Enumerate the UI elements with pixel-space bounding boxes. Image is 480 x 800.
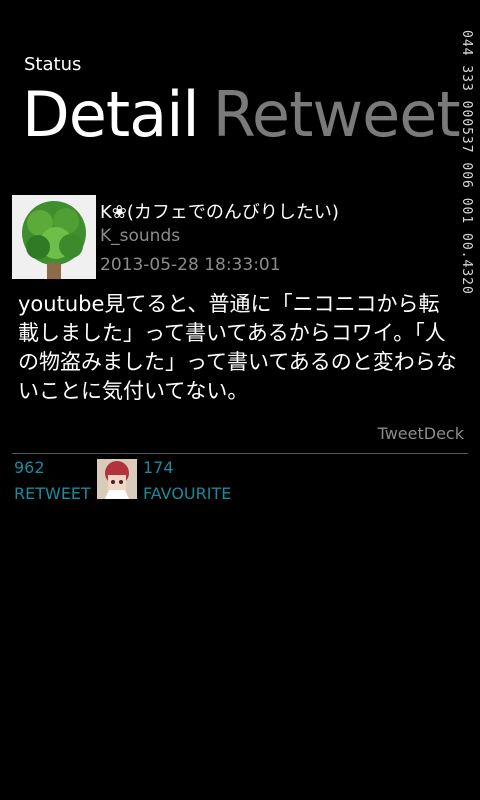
tweet-body: youtube見てると、普通に「ニコニコから転載しました」って書いてあるからコワ… — [18, 292, 457, 403]
divider — [12, 453, 468, 454]
user-name[interactable]: K❀(カフェでのんびりしたい) — [100, 198, 339, 224]
tweet-source: TweetDeck — [377, 424, 464, 443]
timestamp: 2013-05-28 18:33:01 — [100, 255, 281, 275]
app-title: Status — [24, 54, 82, 75]
avatar[interactable] — [12, 195, 96, 279]
favourite-user-avatar[interactable] — [97, 459, 137, 499]
retweet-label[interactable]: RETWEET — [14, 484, 91, 503]
favourite-count[interactable]: 174 — [143, 458, 174, 477]
succulent-avatar-icon — [12, 195, 96, 279]
anime-avatar-icon — [97, 459, 137, 499]
pivot-header: Detail Retweet — [22, 84, 461, 146]
retweet-count[interactable]: 962 — [14, 458, 45, 477]
screen-name[interactable]: K_sounds — [100, 226, 180, 246]
memory-readout: 044 333 000537 006 001 00.4320 — [459, 30, 474, 295]
tab-retweet[interactable]: Retweet — [213, 78, 461, 151]
tab-detail[interactable]: Detail — [22, 78, 200, 151]
favourite-label[interactable]: FAVOURITE — [143, 484, 231, 503]
